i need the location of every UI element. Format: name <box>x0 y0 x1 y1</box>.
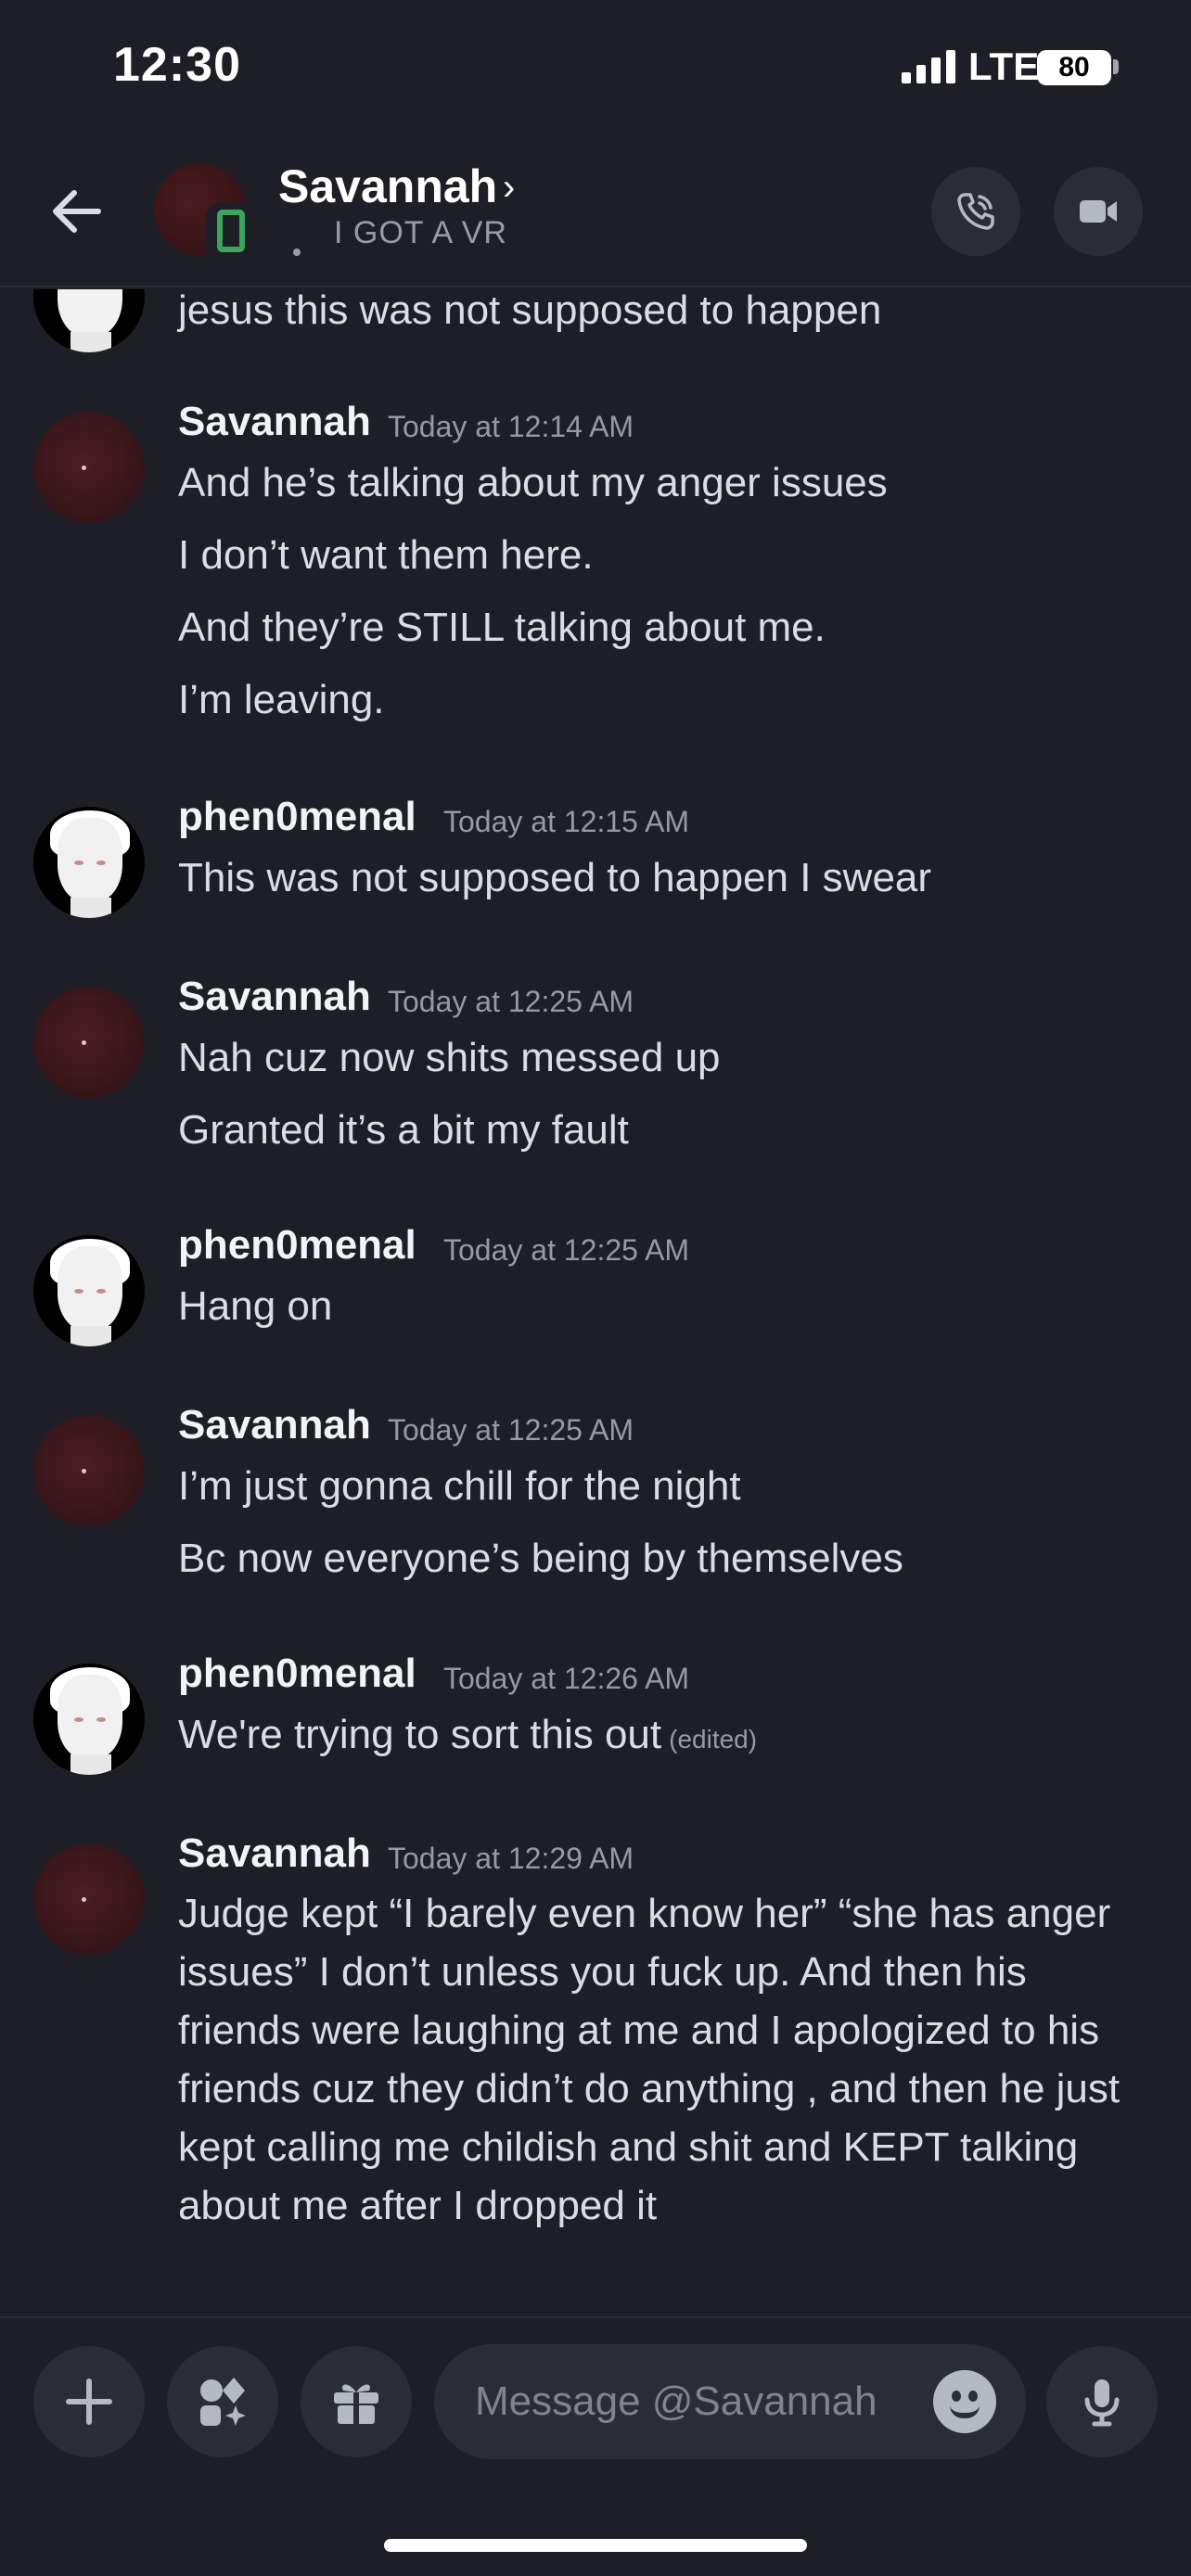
message-input[interactable] <box>475 2372 883 2431</box>
voice-call-button[interactable] <box>931 167 1020 256</box>
avatar[interactable] <box>33 412 145 523</box>
message-text: jesus this was not supposed to happen <box>178 289 882 333</box>
video-camera-icon <box>1080 200 1117 223</box>
message-text: Bc now everyone’s being by themselves <box>178 1536 903 1581</box>
apps-icon <box>200 2378 246 2426</box>
emoji-icon[interactable] <box>933 2370 996 2433</box>
network-label: LTE <box>968 45 1040 88</box>
message-text: I don’t want them here. <box>178 532 594 578</box>
message-text: Granted it’s a bit my fault <box>178 1107 629 1153</box>
message-timestamp: Today at 12:29 AM <box>388 1842 634 1875</box>
avatar[interactable] <box>33 1415 145 1526</box>
message-text: And they’re STILL talking about me. <box>178 605 826 650</box>
avatar[interactable] <box>33 1664 145 1775</box>
battery-icon: 80 <box>1037 50 1111 85</box>
message-timestamp: Today at 12:25 AM <box>388 985 634 1018</box>
message-text-content: We're trying to sort this out <box>178 1712 662 1757</box>
header-username[interactable]: Savannah <box>278 159 497 213</box>
chat-header: Savannah › I GOT A VR <box>0 139 1191 287</box>
avatar[interactable] <box>33 807 145 918</box>
message-timestamp: Today at 12:26 AM <box>443 1662 690 1695</box>
message-text: This was not supposed to happen I swear <box>178 855 932 900</box>
back-arrow-icon[interactable] <box>41 174 115 249</box>
voice-message-button[interactable] <box>1046 2346 1158 2457</box>
avatar[interactable] <box>33 1235 145 1346</box>
phone-call-icon <box>957 193 994 230</box>
message-timestamp: Today at 12:25 AM <box>443 1233 690 1267</box>
status-bar: 12:30 LTE 80 <box>0 0 1191 139</box>
avatar[interactable] <box>33 289 145 352</box>
message-text: I’m leaving. <box>178 677 385 722</box>
mobile-status-icon <box>206 202 256 261</box>
message-timestamp: Today at 12:25 AM <box>388 1413 634 1447</box>
message-list[interactable]: jesus this was not supposed to happen Sa… <box>0 289 1191 2316</box>
gift-button[interactable] <box>301 2346 412 2457</box>
message-timestamp: Today at 12:14 AM <box>388 410 634 443</box>
message-author[interactable]: Savannah <box>178 1402 371 1448</box>
message-author[interactable]: phen0menal <box>178 1222 416 1269</box>
microphone-icon <box>1084 2379 1120 2427</box>
status-dot <box>293 249 301 256</box>
message-text: Judge kept “I barely even know her” “she… <box>178 1891 1121 2228</box>
message-author[interactable]: Savannah <box>178 399 371 445</box>
video-call-button[interactable] <box>1054 167 1143 256</box>
status-time: 12:30 <box>113 38 241 92</box>
battery-tip <box>1113 59 1119 74</box>
message-author[interactable]: phen0menal <box>178 1651 416 1697</box>
message-text: Nah cuz now shits messed up <box>178 1035 721 1080</box>
message-author[interactable]: phen0menal <box>178 794 416 840</box>
chevron-right-icon[interactable]: › <box>503 167 515 209</box>
signal-icon <box>902 50 955 83</box>
avatar[interactable] <box>33 987 145 1098</box>
message-text: We're trying to sort this out (edited) <box>178 1712 757 1758</box>
edited-label: (edited) <box>669 1725 758 1753</box>
avatar[interactable] <box>33 1843 145 1955</box>
message-input-wrapper[interactable] <box>434 2344 1026 2459</box>
message-timestamp: Today at 12:15 AM <box>443 805 690 838</box>
gift-icon <box>334 2384 378 2424</box>
message-author[interactable]: Savannah <box>178 1830 371 1877</box>
apps-button[interactable] <box>167 2346 278 2457</box>
message-author[interactable]: Savannah <box>178 974 371 1020</box>
message-composer <box>0 2316 1191 2576</box>
message-text: I’m just gonna chill for the night <box>178 1463 741 1509</box>
home-indicator[interactable] <box>384 2539 807 2552</box>
attach-button[interactable] <box>33 2346 145 2457</box>
plus-icon <box>66 2378 112 2425</box>
message-text: And he’s talking about my anger issues <box>178 460 888 505</box>
message-text: Hang on <box>178 1283 333 1329</box>
dm-screen: 12:30 LTE 80 Savannah › I GOT A VR jesus… <box>0 0 1191 2576</box>
custom-status: I GOT A VR <box>334 215 507 250</box>
